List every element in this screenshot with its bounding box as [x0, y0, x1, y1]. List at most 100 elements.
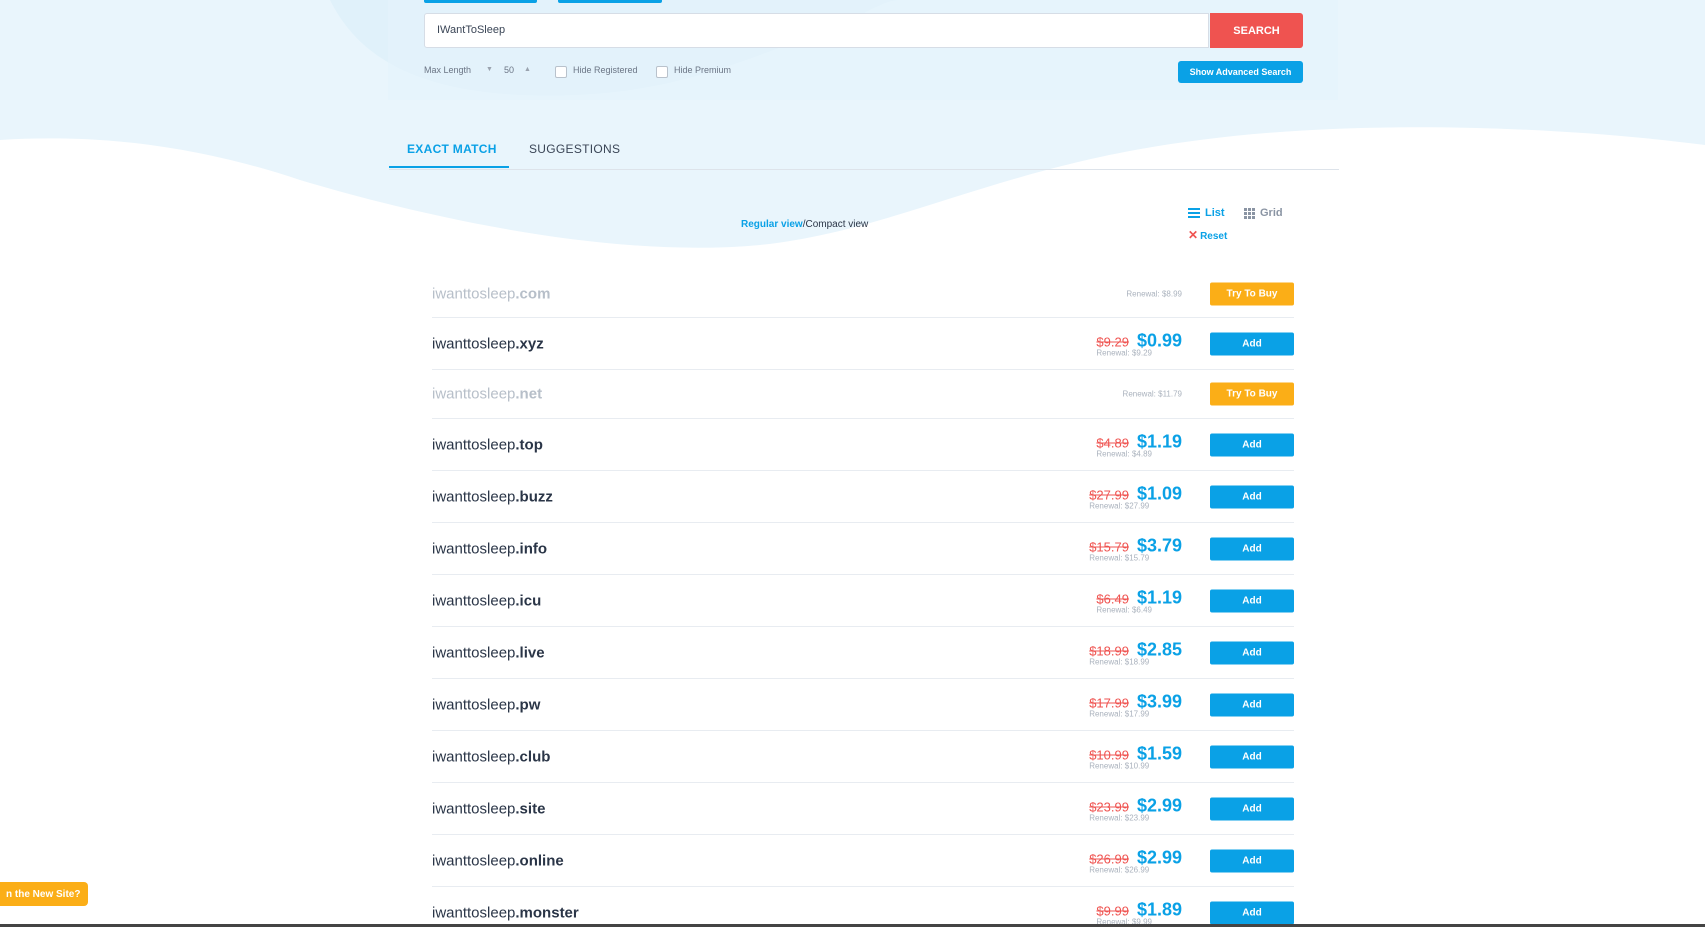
domain-tld: .online: [515, 852, 564, 869]
domain-name: iwanttosleep.monster: [432, 904, 579, 921]
domain-name: iwanttosleep.info: [432, 540, 547, 557]
grid-icon: [1244, 207, 1255, 219]
domain-row: iwanttosleep.monster $9.99 $1.89 Renewal: $…: [432, 887, 1294, 938]
compact-view-link[interactable]: Compact view: [805, 219, 868, 230]
price-box: $9.29 $0.99 Renewal: $9.29: [1096, 330, 1182, 357]
max-length-value[interactable]: 50: [504, 65, 514, 75]
domain-row: iwanttosleep.com Renewal: $8.99 Try To Buy: [432, 270, 1294, 318]
show-advanced-search-button[interactable]: Show Advanced Search: [1178, 61, 1303, 83]
reset-label: Reset: [1200, 231, 1228, 242]
hide-registered-checkbox[interactable]: [555, 66, 567, 78]
add-to-cart-button[interactable]: Add: [1210, 901, 1294, 924]
reset-button[interactable]: ✕ Reset: [1188, 228, 1227, 242]
domain-tld: .pw: [515, 696, 541, 713]
domain-name: iwanttosleep.pw: [432, 696, 540, 713]
search-input[interactable]: IWantToSleep: [424, 13, 1209, 48]
price-box: $17.99 $3.99 Renewal: $17.99: [1089, 691, 1182, 718]
hide-premium-checkbox[interactable]: [656, 66, 668, 78]
hide-registered-label: Hide Registered: [573, 65, 638, 75]
results-list: iwanttosleep.com Renewal: $8.99 Try To Buy…: [432, 270, 1294, 938]
domain-name: iwanttosleep.icu: [432, 592, 541, 609]
results-tabs: EXACT MATCH SUGGESTIONS: [389, 133, 1339, 170]
domain-base: iwanttosleep: [432, 436, 516, 453]
domain-tld: .top: [515, 436, 543, 453]
domain-name: iwanttosleep.buzz: [432, 488, 553, 505]
tab-exact-match[interactable]: EXACT MATCH: [407, 142, 497, 156]
add-to-cart-button[interactable]: Add: [1210, 849, 1294, 872]
domain-name: iwanttosleep.top: [432, 436, 543, 453]
regular-view-link[interactable]: Regular view: [741, 219, 803, 230]
domain-base: iwanttosleep: [432, 592, 516, 609]
add-to-cart-button[interactable]: Add: [1210, 745, 1294, 768]
domain-base: iwanttosleep: [432, 852, 516, 869]
old-price: $17.99: [1089, 695, 1129, 710]
domain-row: iwanttosleep.buzz $27.99 $1.09 Renewal: $27…: [432, 471, 1294, 523]
tab-suggestions[interactable]: SUGGESTIONS: [529, 142, 620, 156]
add-to-cart-button[interactable]: Add: [1210, 332, 1294, 355]
list-view-label: List: [1205, 207, 1225, 219]
add-to-cart-button[interactable]: Add: [1210, 797, 1294, 820]
domain-base: iwanttosleep: [432, 644, 516, 661]
domain-row: iwanttosleep.online $26.99 $2.99 Renewal: $…: [432, 835, 1294, 887]
grid-view-button[interactable]: Grid: [1244, 207, 1283, 219]
max-length-increase-icon[interactable]: ▲: [524, 66, 531, 73]
add-to-cart-button[interactable]: Add: [1210, 693, 1294, 716]
domain-base: iwanttosleep: [432, 488, 516, 505]
price-box: $4.89 $1.19 Renewal: $4.89: [1096, 431, 1182, 458]
domain-row: iwanttosleep.pw $17.99 $3.99 Renewal: $17.9…: [432, 679, 1294, 731]
view-mode-toggle: Regular view/Compact view: [741, 219, 868, 230]
list-view-button[interactable]: List: [1188, 207, 1225, 219]
close-icon: ✕: [1188, 228, 1199, 242]
renewal-price: Renewal: $11.79: [1122, 389, 1182, 399]
old-price: $27.99: [1089, 487, 1129, 502]
sale-price: $2.85: [1136, 639, 1182, 659]
top-tab-indicator: [558, 0, 662, 3]
price-box: $23.99 $2.99 Renewal: $23.99: [1089, 795, 1182, 822]
add-to-cart-button[interactable]: Add: [1210, 589, 1294, 612]
domain-tld: .xyz: [515, 335, 544, 352]
domain-tld: .live: [515, 644, 545, 661]
list-icon: [1188, 208, 1200, 218]
old-price: $15.79: [1089, 539, 1129, 554]
old-price: $4.89: [1096, 435, 1129, 450]
active-tab-indicator: [389, 166, 509, 168]
max-length-decrease-icon[interactable]: ▼: [486, 66, 493, 73]
price-box: $9.99 $1.89 Renewal: $9.99: [1096, 899, 1182, 926]
domain-base: iwanttosleep: [432, 385, 516, 403]
price-box: $26.99 $2.99 Renewal: $26.99: [1089, 847, 1182, 874]
sale-price: $1.19: [1136, 587, 1182, 607]
sale-price: $1.59: [1136, 743, 1182, 763]
add-to-cart-button[interactable]: Add: [1210, 537, 1294, 560]
domain-tld: .info: [515, 540, 548, 557]
old-price: $6.49: [1096, 591, 1129, 606]
domain-base: iwanttosleep: [432, 335, 516, 352]
old-price: $18.99: [1089, 643, 1129, 658]
add-to-cart-button[interactable]: Add: [1210, 485, 1294, 508]
try-to-buy-button[interactable]: Try To Buy: [1210, 282, 1294, 305]
add-to-cart-button[interactable]: Add: [1210, 641, 1294, 664]
domain-tld: .site: [515, 800, 546, 817]
price-box: $10.99 $1.59 Renewal: $10.99: [1089, 743, 1182, 770]
domain-tld: .buzz: [515, 488, 553, 505]
top-tab-indicator: [424, 0, 537, 3]
domain-base: iwanttosleep: [432, 904, 516, 921]
sale-price: $1.09: [1136, 483, 1182, 503]
sale-price: $3.79: [1136, 535, 1182, 555]
new-site-button[interactable]: n the New Site?: [0, 882, 88, 906]
add-to-cart-button[interactable]: Add: [1210, 433, 1294, 456]
domain-name: iwanttosleep.live: [432, 644, 545, 661]
domain-name: iwanttosleep.online: [432, 852, 564, 869]
domain-row: iwanttosleep.net Renewal: $11.79 Try To Bu…: [432, 370, 1294, 419]
domain-row: iwanttosleep.club $10.99 $1.59 Renewal: $10…: [432, 731, 1294, 783]
domain-row: iwanttosleep.xyz $9.29 $0.99 Renewal: $9.29…: [432, 318, 1294, 370]
price-box: $15.79 $3.79 Renewal: $15.79: [1089, 535, 1182, 562]
old-price: $23.99: [1089, 799, 1129, 814]
domain-base: iwanttosleep: [432, 696, 516, 713]
sale-price: $1.89: [1136, 899, 1182, 919]
try-to-buy-button[interactable]: Try To Buy: [1210, 382, 1294, 406]
domain-tld: .icu: [515, 592, 542, 609]
old-price: $26.99: [1089, 851, 1129, 866]
search-button[interactable]: SEARCH: [1210, 13, 1303, 48]
domain-row: iwanttosleep.site $23.99 $2.99 Renewal: $23…: [432, 783, 1294, 835]
grid-view-label: Grid: [1260, 207, 1283, 219]
